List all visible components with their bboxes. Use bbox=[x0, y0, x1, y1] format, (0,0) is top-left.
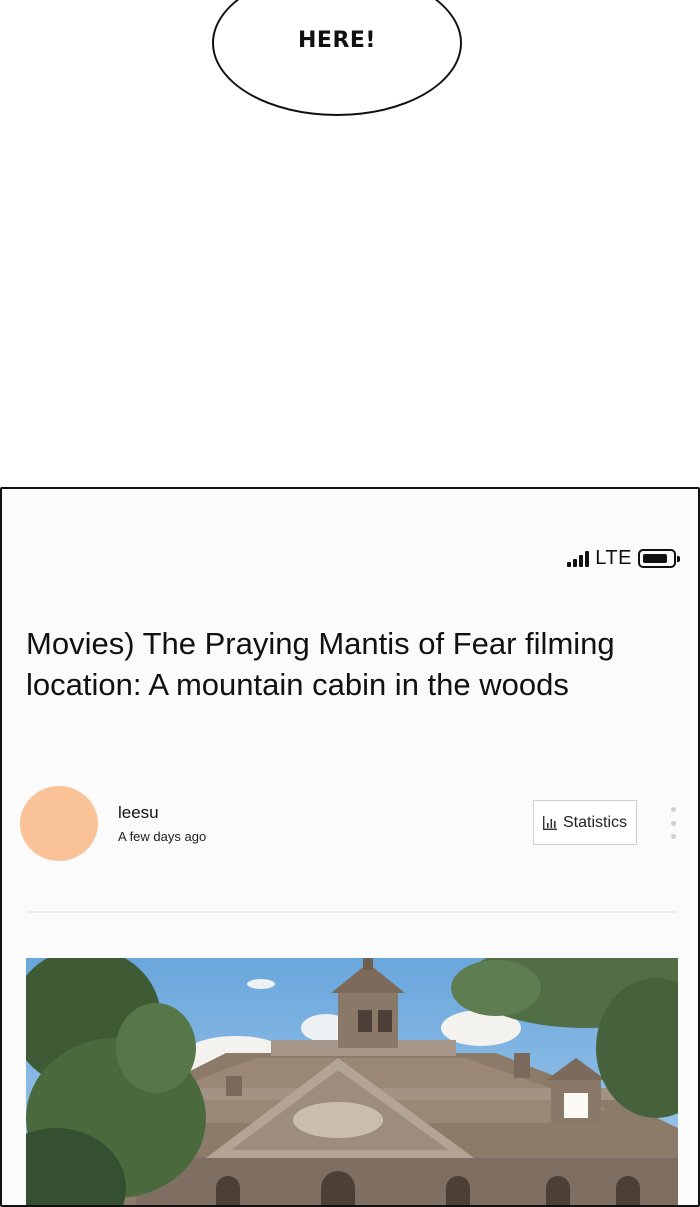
phone-screen-panel: LTE Movies) The Praying Mantis of Fear f… bbox=[0, 487, 700, 1207]
status-bar: LTE bbox=[567, 547, 680, 570]
post-timestamp: A few days ago bbox=[118, 829, 207, 844]
network-label: LTE bbox=[595, 547, 632, 569]
statistics-button[interactable]: Statistics bbox=[533, 800, 637, 845]
more-options-button[interactable] bbox=[666, 803, 680, 843]
statistics-label: Statistics bbox=[562, 813, 627, 831]
more-vertical-icon bbox=[670, 807, 676, 812]
divider bbox=[26, 911, 678, 913]
speech-bubble: HERE! bbox=[212, 0, 462, 116]
signal-icon bbox=[567, 550, 590, 567]
battery-icon bbox=[638, 549, 680, 568]
avatar[interactable] bbox=[20, 786, 98, 861]
bar-chart-icon bbox=[542, 815, 557, 830]
post-title: Movies) The Praying Mantis of Fear filmi… bbox=[26, 623, 676, 705]
post-title-line-1: Movies) The Praying Mantis of Fear filmi… bbox=[26, 626, 615, 661]
speech-bubble-text: HERE! bbox=[298, 28, 376, 53]
post-image bbox=[26, 958, 678, 1205]
mansion-illustration bbox=[26, 958, 678, 1205]
post-title-line-2: location: A mountain cabin in the woods bbox=[26, 667, 569, 702]
author-name[interactable]: leesu bbox=[118, 803, 159, 823]
